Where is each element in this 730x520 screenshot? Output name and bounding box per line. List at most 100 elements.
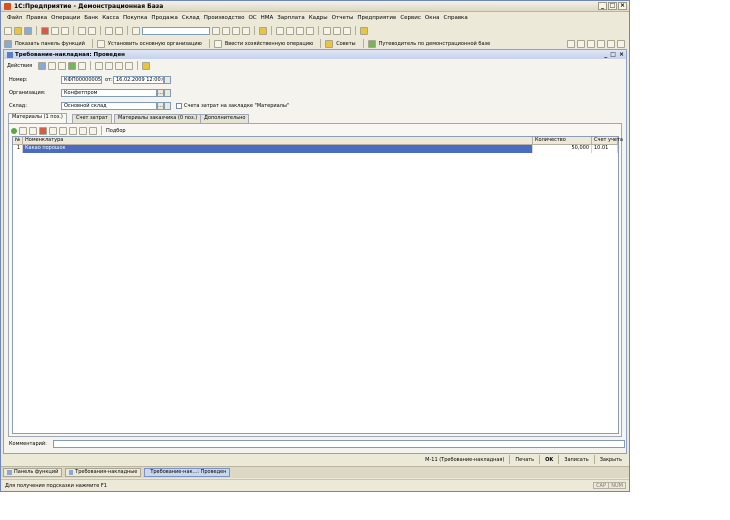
sort-asc-icon[interactable] — [79, 126, 87, 135]
row-item-cell[interactable]: Какао порошок — [23, 145, 533, 153]
ok-button[interactable]: OK — [545, 457, 553, 463]
tab-cost-account[interactable]: Счет затрат — [72, 114, 112, 123]
menu-warehouse[interactable]: Склад — [182, 15, 200, 21]
print-menu-button[interactable]: Печать — [515, 457, 534, 463]
chevron-down-icon[interactable] — [212, 26, 220, 35]
tab-additional[interactable]: Дополнительно — [200, 114, 250, 123]
warehouse-select-button[interactable]: … — [157, 102, 164, 110]
calculator-icon[interactable] — [286, 26, 294, 35]
comment-field[interactable] — [53, 440, 625, 448]
paste-icon[interactable] — [61, 26, 69, 35]
panel-button-3-icon[interactable] — [587, 39, 595, 48]
notes-icon[interactable] — [306, 26, 314, 35]
doc-minimize-button[interactable]: _ — [604, 51, 607, 58]
tips-button[interactable]: Советы — [325, 39, 356, 48]
column-header-quantity[interactable]: Количество — [533, 137, 592, 145]
tab-customer-materials[interactable]: Материалы заказчика (0 поз.) — [114, 114, 202, 123]
menu-operations[interactable]: Операции — [51, 15, 80, 21]
end-edit-icon[interactable] — [49, 126, 57, 135]
create-based-on-icon[interactable] — [95, 61, 104, 70]
cost-accounts-checkbox[interactable] — [176, 103, 182, 109]
print-preview-icon[interactable] — [88, 26, 96, 35]
menu-help[interactable]: Справка — [444, 15, 468, 21]
minimize-button[interactable]: _ — [598, 2, 607, 10]
organization-open-icon[interactable] — [164, 89, 171, 97]
search-icon[interactable] — [132, 26, 140, 35]
organization-select-button[interactable]: … — [157, 89, 164, 97]
m11-print-button[interactable]: М-11 (Требование-накладная) — [425, 457, 504, 463]
doc-maximize-button[interactable]: □ — [610, 51, 616, 58]
warehouse-open-icon[interactable] — [164, 102, 171, 110]
guide-button[interactable]: Путеводитель по демонстрационной базе — [367, 39, 490, 48]
organization-field[interactable]: Конфетпром — [61, 89, 157, 97]
panel-button-1-icon[interactable] — [567, 39, 575, 48]
warehouse-field[interactable]: Основной склад — [61, 102, 157, 110]
copy-icon[interactable] — [51, 26, 59, 35]
menu-production[interactable]: Производство — [204, 15, 245, 21]
cut-icon[interactable] — [41, 26, 49, 35]
move-down-icon[interactable] — [69, 126, 77, 135]
find-prev-icon[interactable] — [232, 26, 240, 35]
menu-service[interactable]: Сервис — [400, 15, 421, 21]
number-field[interactable]: КФП00000005 — [61, 76, 102, 84]
memory-plus-icon[interactable] — [333, 26, 341, 35]
menu-salary[interactable]: Зарплата — [277, 15, 304, 21]
menu-purchase[interactable]: Покупка — [123, 15, 147, 21]
refresh-icon[interactable] — [58, 61, 67, 70]
menu-file[interactable]: Файл — [7, 15, 22, 21]
move-up-icon[interactable] — [59, 126, 67, 135]
new-document-icon[interactable] — [4, 26, 12, 35]
date-field[interactable]: 16.02.2009 12:00:01 — [113, 76, 164, 84]
column-header-account[interactable]: Счет учета — [592, 137, 623, 145]
edit-doc-icon[interactable] — [48, 61, 57, 70]
print-icon[interactable] — [78, 26, 86, 35]
copy-doc-icon[interactable] — [38, 61, 47, 70]
close-button[interactable]: × — [618, 2, 627, 10]
menu-enterprise[interactable]: Предприятие — [357, 15, 396, 21]
journal-icon[interactable] — [78, 61, 87, 70]
table-row[interactable]: 1 Какао порошок 50,000 10.01 — [13, 145, 618, 153]
menu-edit[interactable]: Правка — [26, 15, 47, 21]
panel-button-6-icon[interactable] — [617, 39, 625, 48]
edit-row-icon[interactable] — [29, 126, 37, 135]
help-icon[interactable] — [259, 26, 267, 35]
doc-close-button[interactable]: × — [619, 51, 624, 58]
undo-icon[interactable] — [105, 26, 113, 35]
memory-minus-icon[interactable] — [343, 26, 351, 35]
sort-desc-icon[interactable] — [89, 126, 97, 135]
calendar-picker-icon[interactable] — [164, 76, 171, 84]
open-folder-icon[interactable] — [14, 26, 22, 35]
task-functions-panel[interactable]: Панель функций — [3, 468, 63, 477]
pick-button[interactable]: Подбор — [106, 128, 126, 134]
enter-operation-button[interactable]: Ввести хозяйственную операцию — [213, 39, 313, 48]
panel-button-5-icon[interactable] — [607, 39, 615, 48]
menu-fixed-assets[interactable]: ОС — [248, 15, 256, 21]
menu-sales[interactable]: Продажа — [151, 15, 178, 21]
post-icon[interactable] — [68, 61, 77, 70]
redo-icon[interactable] — [115, 26, 123, 35]
delete-row-icon[interactable] — [39, 126, 47, 135]
find-next-icon[interactable] — [222, 26, 230, 35]
column-header-number[interactable]: № — [13, 137, 23, 145]
binoculars-icon[interactable] — [242, 26, 250, 35]
panel-button-2-icon[interactable] — [577, 39, 585, 48]
copy-row-icon[interactable] — [19, 126, 27, 135]
memory-m-icon[interactable] — [323, 26, 331, 35]
task-requisitions-list[interactable]: Требования-накладные — [65, 468, 142, 477]
menu-intangibles[interactable]: НМА — [261, 15, 274, 21]
menu-windows[interactable]: Окна — [425, 15, 440, 21]
movements-icon[interactable] — [115, 61, 124, 70]
close-document-button[interactable]: Закрыть — [600, 457, 622, 463]
task-current-document[interactable]: Требование-нак...: Проведен — [144, 468, 231, 477]
calendar-icon[interactable] — [276, 26, 284, 35]
row-quantity-cell[interactable]: 50,000 — [533, 145, 592, 153]
table-icon[interactable] — [296, 26, 304, 35]
maximize-button[interactable]: □ — [608, 2, 617, 10]
show-panel-button[interactable]: Показать панель функций — [4, 39, 85, 48]
actions-menu[interactable]: Действия — [7, 63, 32, 69]
tab-materials[interactable]: Материалы (1 поз.) — [8, 113, 67, 123]
menu-reports[interactable]: Отчеты — [332, 15, 354, 21]
set-org-button[interactable]: Установить основную организацию — [96, 39, 202, 48]
search-input[interactable] — [142, 26, 210, 35]
column-header-item[interactable]: Номенклатура — [23, 137, 533, 145]
